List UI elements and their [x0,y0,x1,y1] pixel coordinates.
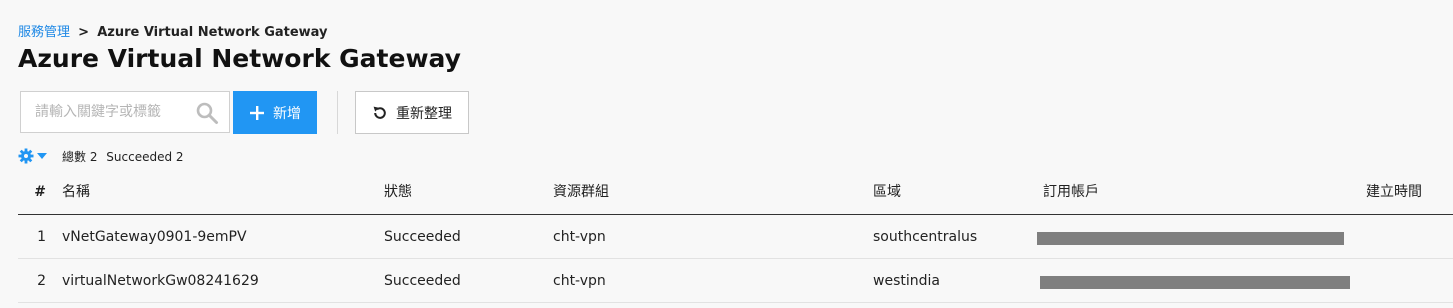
summary-counts: 總數 2 Succeeded 2 [62,148,189,165]
succeeded-count: Succeeded 2 [106,150,184,164]
column-header-created-time[interactable]: 建立時間 [1366,170,1422,214]
column-header-region[interactable]: 區域 [873,170,901,214]
toolbar-divider [337,91,338,134]
row-number: 1 [37,229,46,245]
refresh-button-label: 重新整理 [396,105,452,122]
row-number: 2 [37,273,46,289]
table-row[interactable]: 1 vNetGateway0901-9emPV Succeeded cht-vp… [18,215,1453,259]
refresh-icon [373,106,386,119]
breadcrumb-link-service-management[interactable]: 服務管理 [18,25,70,40]
column-header-subscription[interactable]: 訂用帳戶 [1043,170,1099,214]
caret-down-icon [37,153,47,159]
resource-group-cell: cht-vpn [553,229,606,245]
refresh-button[interactable]: 重新整理 [355,91,469,134]
redacted-subscription [1037,232,1344,245]
region-cell: westindia [873,273,940,289]
page-title: Azure Virtual Network Gateway [18,44,461,73]
add-button-label: 新增 [273,105,301,122]
breadcrumb-separator: > [78,25,90,40]
search-box [20,91,230,133]
gateway-name[interactable]: virtualNetworkGw08241629 [62,259,259,303]
breadcrumb-current: Azure Virtual Network Gateway [97,25,328,40]
status-cell: Succeeded [384,229,461,245]
breadcrumb: 服務管理 > Azure Virtual Network Gateway [18,21,328,40]
total-count: 總數 2 [62,150,98,164]
table-header: # 名稱 狀態 資源群組 區域 訂用帳戶 建立時間 [18,170,1453,215]
search-icon[interactable] [195,101,219,125]
gear-icon [18,148,34,164]
column-header-status[interactable]: 狀態 [384,170,412,214]
plus-icon [250,105,264,120]
column-header-name[interactable]: 名稱 [62,170,90,214]
add-button[interactable]: 新增 [233,91,317,134]
gateway-name[interactable]: vNetGateway0901-9emPV [62,215,247,259]
column-header-resource-group[interactable]: 資源群組 [553,170,609,214]
status-cell: Succeeded [384,273,461,289]
table-row[interactable]: 2 virtualNetworkGw08241629 Succeeded cht… [18,259,1453,303]
redacted-subscription [1040,276,1350,289]
gateway-table: # 名稱 狀態 資源群組 區域 訂用帳戶 建立時間 1 vNetGateway0… [18,170,1453,303]
region-cell: southcentralus [873,229,978,245]
column-settings-toggle[interactable] [18,148,47,164]
resource-group-cell: cht-vpn [553,273,606,289]
search-input[interactable] [21,92,191,132]
column-header-number[interactable]: # [18,170,46,214]
